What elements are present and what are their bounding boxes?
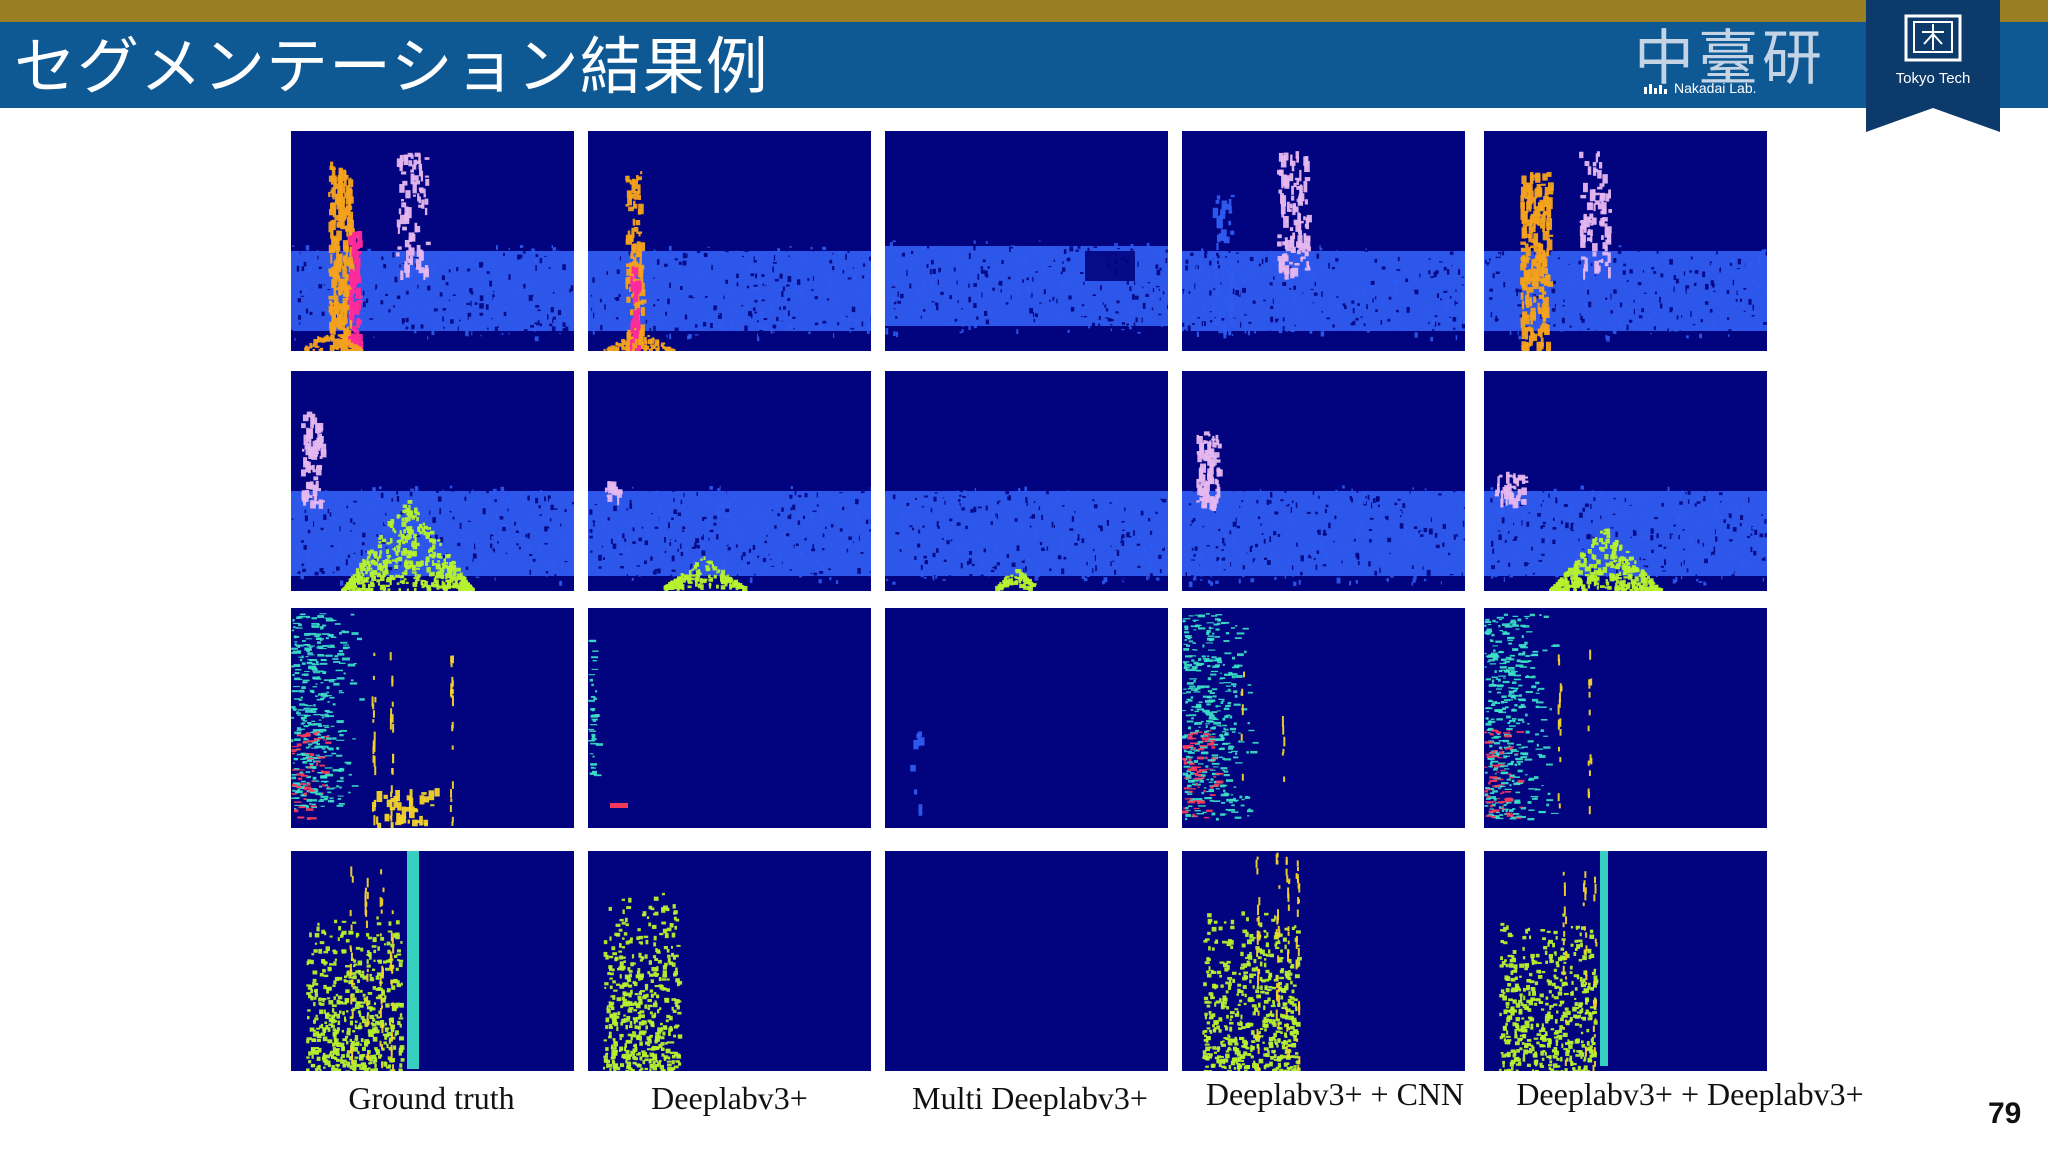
segmentation-image-example-2-col1 — [291, 371, 574, 591]
spectrogram-segmentation-icon — [885, 371, 1168, 591]
spectrogram-segmentation-icon — [1484, 608, 1767, 828]
spectrogram-segmentation-icon — [1484, 851, 1767, 1071]
segmentation-image-example-4-col2 — [588, 851, 871, 1071]
segmentation-image-example-1-col2 — [588, 131, 871, 351]
segmentation-image-example-1-col3 — [885, 131, 1168, 351]
spectrogram-segmentation-icon — [1484, 371, 1767, 591]
column-caption-deeplabv3: Deeplabv3+ — [651, 1080, 808, 1116]
segmentation-image-example-1-col1 — [291, 131, 574, 351]
segmentation-image-example-2-col4 — [1182, 371, 1465, 591]
spectrogram-segmentation-icon — [885, 608, 1168, 828]
spectrogram-segmentation-icon — [291, 131, 574, 351]
spectrogram-segmentation-icon — [1182, 851, 1465, 1071]
segmentation-image-example-2-col5 — [1484, 371, 1767, 591]
spectrogram-segmentation-icon — [1182, 608, 1465, 828]
column-caption-deeplabv3-deeplabv3: Deeplabv3+ + Deeplabv3+ — [1516, 1076, 1864, 1112]
segmentation-image-example-2-col2 — [588, 371, 871, 591]
segmentation-grid — [0, 0, 2048, 1152]
column-caption-deeplabv3-cnn: Deeplabv3+ + CNN — [1205, 1076, 1465, 1112]
segmentation-image-example-3-col2 — [588, 608, 871, 828]
spectrogram-segmentation-icon — [588, 131, 871, 351]
page-number: 79 — [1988, 1097, 2022, 1130]
segmentation-image-example-4-col5 — [1484, 851, 1767, 1071]
spectrogram-segmentation-icon — [291, 371, 574, 591]
segmentation-image-example-1-col5 — [1484, 131, 1767, 351]
spectrogram-segmentation-icon — [885, 131, 1168, 351]
segmentation-image-example-3-col5 — [1484, 608, 1767, 828]
segmentation-image-example-4-col3 — [885, 851, 1168, 1071]
spectrogram-segmentation-icon — [588, 608, 871, 828]
segmentation-image-example-2-col3 — [885, 371, 1168, 591]
segmentation-image-example-3-col1 — [291, 608, 574, 828]
spectrogram-segmentation-icon — [291, 851, 574, 1071]
segmentation-image-example-1-col4 — [1182, 131, 1465, 351]
spectrogram-segmentation-icon — [588, 371, 871, 591]
spectrogram-segmentation-icon — [588, 851, 871, 1071]
segmentation-image-example-3-col4 — [1182, 608, 1465, 828]
spectrogram-segmentation-icon — [291, 608, 574, 828]
segmentation-image-example-4-col1 — [291, 851, 574, 1071]
column-caption-ground-truth: Ground truth — [348, 1080, 515, 1116]
segmentation-image-example-3-col3 — [885, 608, 1168, 828]
spectrogram-segmentation-icon — [1182, 131, 1465, 351]
spectrogram-segmentation-icon — [885, 851, 1168, 1071]
spectrogram-segmentation-icon — [1182, 371, 1465, 591]
segmentation-image-example-4-col4 — [1182, 851, 1465, 1071]
column-caption-multi-deeplabv3: Multi Deeplabv3+ — [912, 1080, 1148, 1116]
spectrogram-segmentation-icon — [1484, 131, 1767, 351]
